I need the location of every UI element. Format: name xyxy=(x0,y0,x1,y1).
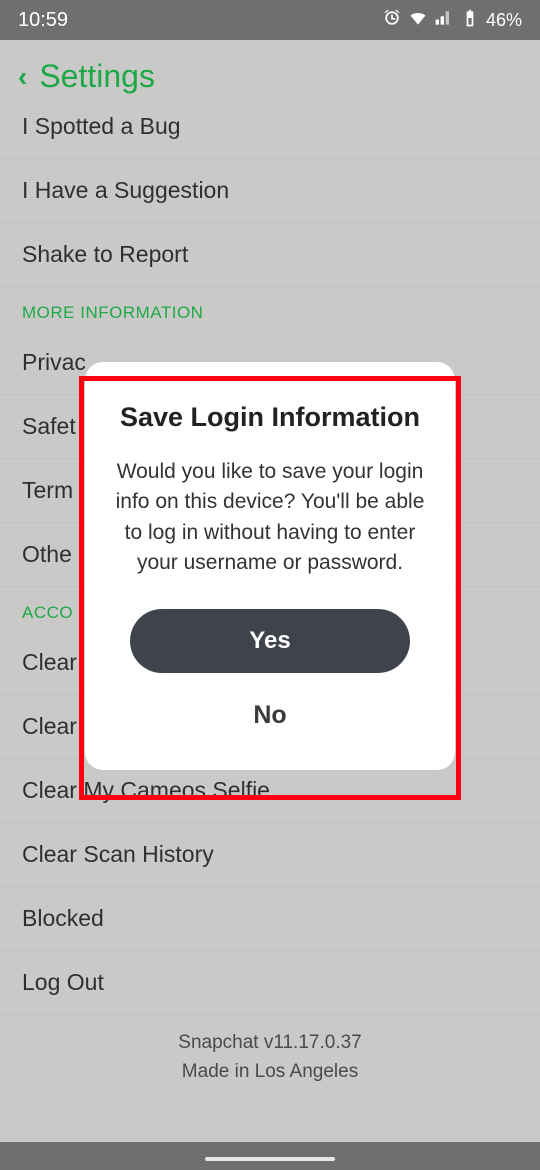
status-bar: 10:59 46% xyxy=(0,0,540,40)
no-button[interactable]: No xyxy=(103,689,437,742)
made-in-text: Made in Los Angeles xyxy=(0,1058,540,1087)
dialog-body: Would you like to save your login info o… xyxy=(103,457,437,579)
settings-header: ‹ Settings xyxy=(0,40,540,107)
row-shake-report[interactable]: Shake to Report xyxy=(0,223,540,287)
status-icons: 46% xyxy=(382,8,522,33)
row-suggestion[interactable]: I Have a Suggestion xyxy=(0,159,540,223)
nav-bar xyxy=(0,1142,540,1170)
row-spotted-bug[interactable]: I Spotted a Bug xyxy=(0,107,540,159)
yes-button[interactable]: Yes xyxy=(130,609,410,673)
status-time: 10:59 xyxy=(18,9,68,32)
alarm-icon xyxy=(382,8,402,33)
back-icon[interactable]: ‹ xyxy=(18,61,27,93)
battery-icon xyxy=(460,8,480,33)
version-text: Snapchat v11.17.0.37 xyxy=(0,1029,540,1058)
section-more-information: MORE INFORMATION xyxy=(0,287,540,331)
page-title: Settings xyxy=(39,58,155,95)
row-clear-scan[interactable]: Clear Scan History xyxy=(0,823,540,887)
battery-percent: 46% xyxy=(486,10,522,31)
row-logout[interactable]: Log Out xyxy=(0,951,540,1015)
signal-icon xyxy=(434,8,454,33)
row-blocked[interactable]: Blocked xyxy=(0,887,540,951)
app-footer: Snapchat v11.17.0.37 Made in Los Angeles xyxy=(0,1015,540,1108)
home-indicator[interactable] xyxy=(205,1157,335,1161)
save-login-dialog: Save Login Information Would you like to… xyxy=(85,362,455,770)
dialog-title: Save Login Information xyxy=(103,402,437,433)
wifi-icon xyxy=(408,8,428,33)
